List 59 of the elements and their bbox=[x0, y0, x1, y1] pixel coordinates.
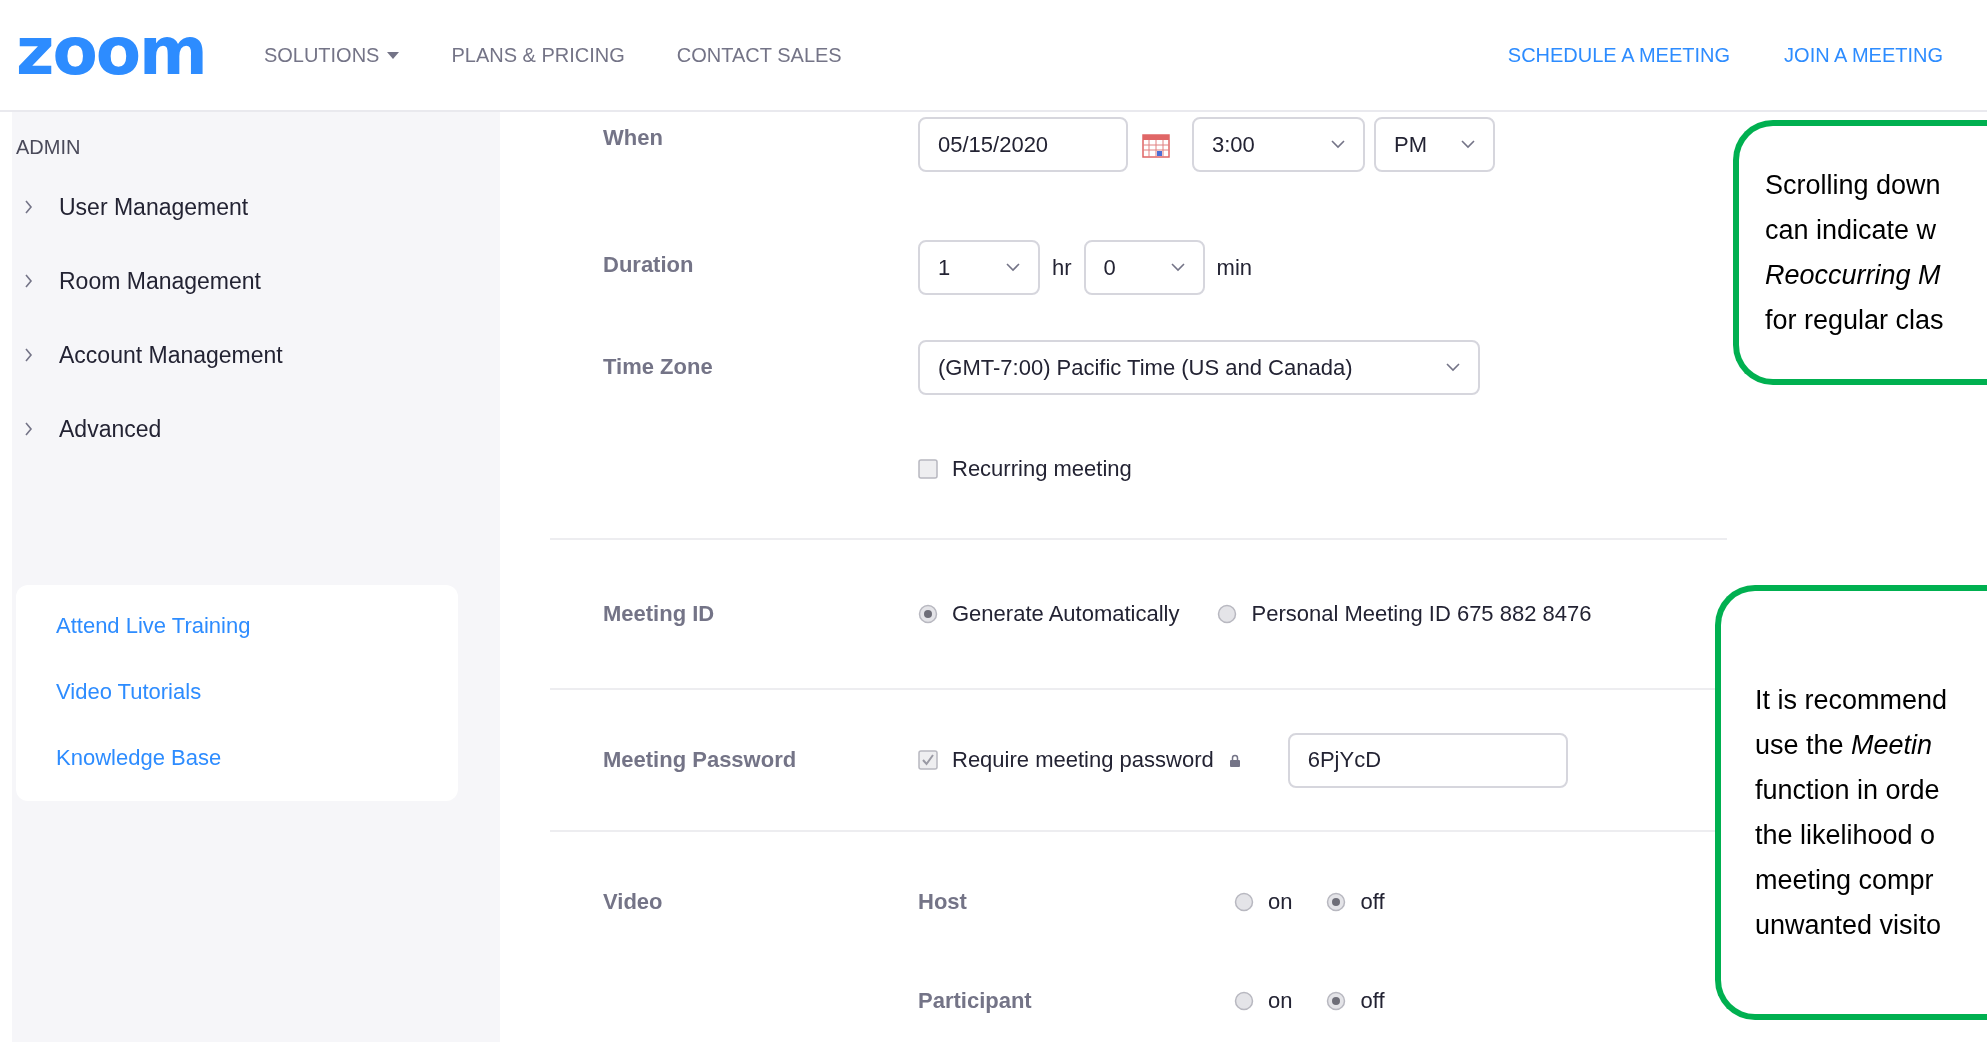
field-label: Video bbox=[603, 888, 664, 915]
callout-text: function in orde bbox=[1755, 773, 1941, 807]
field-label: Meeting ID bbox=[603, 601, 716, 627]
date-field[interactable]: 05/15/2020 bbox=[918, 117, 1128, 172]
checkbox[interactable] bbox=[918, 750, 938, 770]
field-label: Participant bbox=[918, 987, 1033, 1014]
nav-link[interactable]: PLANS & PRICING bbox=[451, 43, 625, 67]
checkbox-label: Recurring meeting bbox=[952, 456, 1132, 482]
callout-text: It is recommend bbox=[1755, 683, 1949, 717]
chevron-down-icon bbox=[1170, 263, 1185, 272]
radio-label: Generate Automatically bbox=[952, 601, 1180, 627]
radio-button[interactable] bbox=[1234, 990, 1254, 1011]
dropdown[interactable]: 3:00 bbox=[1192, 117, 1365, 172]
callout-text: Scrolling down bbox=[1765, 168, 1942, 202]
dropdown[interactable]: 1 bbox=[918, 240, 1040, 295]
radio-label: Personal Meeting ID 675 882 8476 bbox=[1251, 601, 1592, 627]
sidebar-item[interactable]: Account Management bbox=[12, 333, 500, 377]
chevron-down-icon bbox=[1446, 363, 1460, 372]
dropdown[interactable]: PM bbox=[1374, 117, 1495, 172]
radio-button[interactable] bbox=[1326, 891, 1347, 912]
field-label: Meeting Password bbox=[603, 747, 798, 773]
chevron-down-icon bbox=[1331, 140, 1345, 149]
radio-label: off bbox=[1360, 987, 1385, 1014]
field-label: Duration bbox=[603, 252, 695, 278]
field-label: When bbox=[603, 125, 664, 151]
caret-down-icon bbox=[387, 51, 400, 59]
callout-text: for regular clas bbox=[1765, 303, 1945, 337]
sidebar-item[interactable]: Room Management bbox=[12, 259, 500, 303]
nav-link[interactable]: SOLUTIONS bbox=[263, 43, 400, 67]
field-label: Time Zone bbox=[603, 354, 714, 380]
calendar-icon[interactable] bbox=[1142, 131, 1170, 158]
sidebar-item[interactable]: Advanced bbox=[12, 407, 500, 451]
callout-text: Reoccurring M bbox=[1765, 258, 1942, 292]
unit-label: min bbox=[1216, 254, 1252, 281]
section-heading: ADMIN bbox=[16, 136, 81, 159]
dropdown[interactable]: 0 bbox=[1083, 240, 1205, 295]
callout-text: unwanted visito bbox=[1755, 908, 1943, 942]
callout-text: can indicate w bbox=[1765, 213, 1938, 247]
checkbox-label: Require meeting password bbox=[952, 747, 1214, 773]
chevron-down-icon bbox=[1461, 140, 1475, 149]
padlock-icon bbox=[1229, 753, 1240, 767]
callout-text: meeting compr bbox=[1755, 863, 1935, 897]
unit-label: hr bbox=[1052, 254, 1072, 281]
dropdown[interactable]: (GMT-7:00) Pacific Time (US and Canada) bbox=[918, 340, 1480, 395]
radio-button[interactable] bbox=[1217, 604, 1238, 624]
radio-label: on bbox=[1268, 987, 1293, 1014]
checkbox[interactable] bbox=[918, 459, 938, 479]
radio-label: on bbox=[1268, 888, 1293, 915]
radio-label: off bbox=[1360, 888, 1385, 915]
nav-link[interactable]: CONTACT SALES bbox=[676, 43, 842, 67]
field-label: Host bbox=[918, 888, 968, 915]
password-field[interactable]: 6PjYcD bbox=[1287, 732, 1568, 788]
callout-text: the likelihood o bbox=[1755, 818, 1937, 852]
radio-button[interactable] bbox=[1234, 891, 1254, 912]
radio-button[interactable] bbox=[918, 604, 938, 624]
sidebar-item[interactable]: User Management bbox=[12, 185, 500, 229]
callout-text: use the Meetin bbox=[1755, 728, 1934, 762]
chevron-down-icon bbox=[1006, 263, 1020, 272]
radio-button[interactable] bbox=[1326, 990, 1347, 1011]
